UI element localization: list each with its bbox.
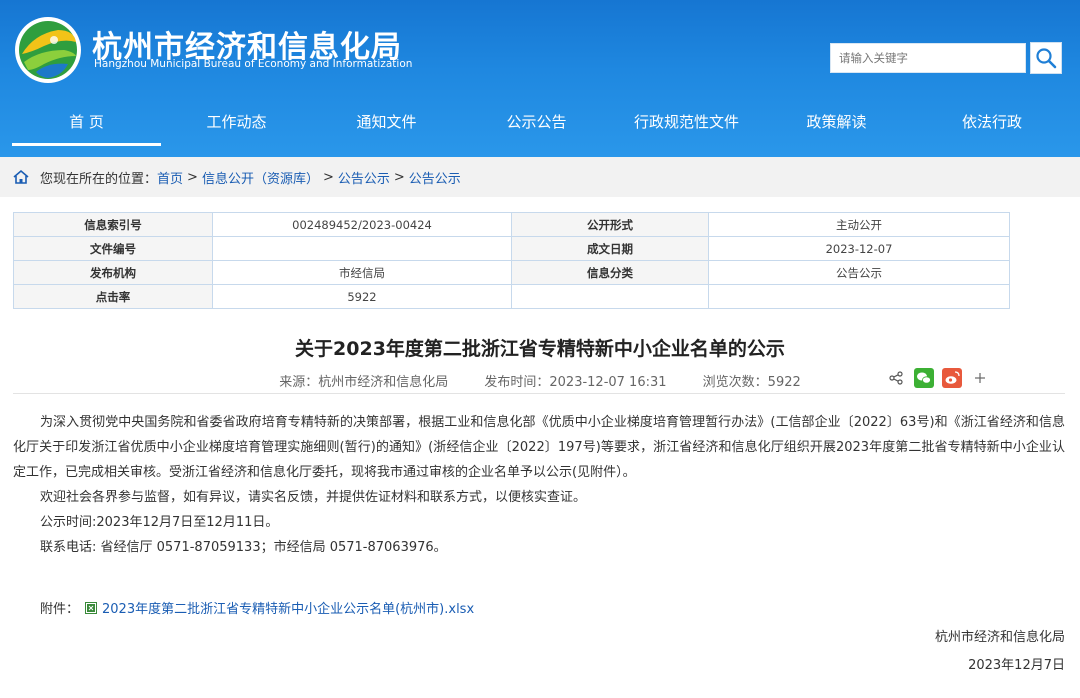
breadcrumb: 您现在所在的位置： 首页 > 信息公开（资源库） > 公告公示 > 公告公示 (0, 157, 1080, 197)
doc-no-label: 文件编号 (13, 236, 213, 261)
attachment: 附件： 2023年度第二批浙江省专精特新中小企业公示名单(杭州市).xlsx (40, 598, 474, 617)
paragraph: 公示时间:2023年12月7日至12月11日。 (40, 515, 279, 530)
search-box (830, 43, 1026, 73)
breadcrumb-current[interactable]: 公告公示 (409, 168, 461, 187)
empty-cell (511, 284, 709, 309)
site-header: 杭州市经济和信息化局 Hangzhou Municipal Bureau of … (0, 0, 1080, 157)
article-views: 浏览次数：5922 (702, 375, 801, 390)
main-nav: 首 页 工作动态 通知文件 公示公告 行政规范性文件 政策解读 依法行政 (12, 100, 1072, 146)
signature: 杭州市经济和信息化局 (934, 630, 1065, 645)
article-body: 为深入贯彻党中央国务院和省委省政府培育专精特新的决策部署，根据工业和信息化部《优… (13, 410, 1065, 560)
nav-regulatory-docs[interactable]: 行政规范性文件 (612, 100, 761, 146)
date-value: 2023-12-07 (708, 236, 1010, 261)
table-row: 信息索引号 002489452/2023-00424 公开形式 主动公开 (13, 212, 1010, 237)
wechat-icon[interactable] (914, 368, 934, 388)
weibo-icon[interactable] (942, 368, 962, 388)
article-source: 来源：杭州市经济和信息化局 (279, 375, 449, 390)
paragraph: 联系电话: 省经信厅 0571-87059133；市经信局 0571-87063… (40, 540, 447, 555)
home-icon[interactable] (12, 169, 30, 185)
paragraph: 为深入贯彻党中央国务院和省委省政府培育专精特新的决策部署，根据工业和信息化部《优… (13, 415, 1065, 480)
nav-policy-interpretation[interactable]: 政策解读 (761, 100, 912, 146)
clicks-label: 点击率 (13, 284, 213, 309)
divider (13, 393, 1065, 394)
search-button[interactable] (1030, 42, 1062, 74)
table-row: 点击率 5922 (13, 284, 1010, 309)
breadcrumb-info-open[interactable]: 信息公开（资源库） (202, 168, 319, 187)
plus-icon[interactable] (970, 368, 990, 388)
attachment-link[interactable]: 2023年度第二批浙江省专精特新中小企业公示名单(杭州市).xlsx (102, 598, 474, 617)
logo-globe-icon[interactable] (14, 16, 82, 84)
paragraph: 欢迎社会各界参与监督，如有异议，请实名反馈，并提供佐证材料和联系方式，以便核实查… (40, 490, 587, 505)
share-bar (886, 368, 990, 388)
table-row: 发布机构 市经信局 信息分类 公告公示 (13, 260, 1010, 285)
signature-date: 2023年12月7日 (968, 658, 1065, 673)
article-published: 发布时间：2023-12-07 16:31 (484, 375, 667, 390)
open-form-value: 主动公开 (708, 212, 1010, 237)
index-no-value: 002489452/2023-00424 (212, 212, 512, 237)
empty-cell (708, 284, 1010, 309)
breadcrumb-home[interactable]: 首页 (157, 168, 183, 187)
search-input[interactable] (831, 44, 1025, 72)
info-table: 信息索引号 002489452/2023-00424 公开形式 主动公开 文件编… (13, 212, 1010, 309)
site-subtitle: Hangzhou Municipal Bureau of Economy and… (94, 58, 413, 70)
nav-announcements[interactable]: 公示公告 (461, 100, 612, 146)
publisher-value: 市经信局 (212, 260, 512, 285)
index-no-label: 信息索引号 (13, 212, 213, 237)
share-icon[interactable] (886, 368, 906, 388)
nav-notices[interactable]: 通知文件 (312, 100, 461, 146)
date-label: 成文日期 (511, 236, 709, 261)
clicks-value: 5922 (212, 284, 512, 309)
category-label: 信息分类 (511, 260, 709, 285)
publisher-label: 发布机构 (13, 260, 213, 285)
breadcrumb-announcements[interactable]: 公告公示 (338, 168, 390, 187)
attachment-label: 附件： (40, 602, 80, 617)
nav-law-administration[interactable]: 依法行政 (912, 100, 1072, 146)
article-title: 关于2023年度第二批浙江省专精特新中小企业名单的公示 (295, 338, 785, 360)
doc-no-value (212, 236, 512, 261)
search-icon (1036, 48, 1057, 69)
category-value: 公告公示 (708, 260, 1010, 285)
table-row: 文件编号 成文日期 2023-12-07 (13, 236, 1010, 261)
breadcrumb-label: 您现在所在的位置： (40, 171, 158, 187)
nav-work-news[interactable]: 工作动态 (161, 100, 312, 146)
excel-file-icon (85, 601, 98, 614)
open-form-label: 公开形式 (511, 212, 709, 237)
nav-home[interactable]: 首 页 (12, 100, 161, 146)
